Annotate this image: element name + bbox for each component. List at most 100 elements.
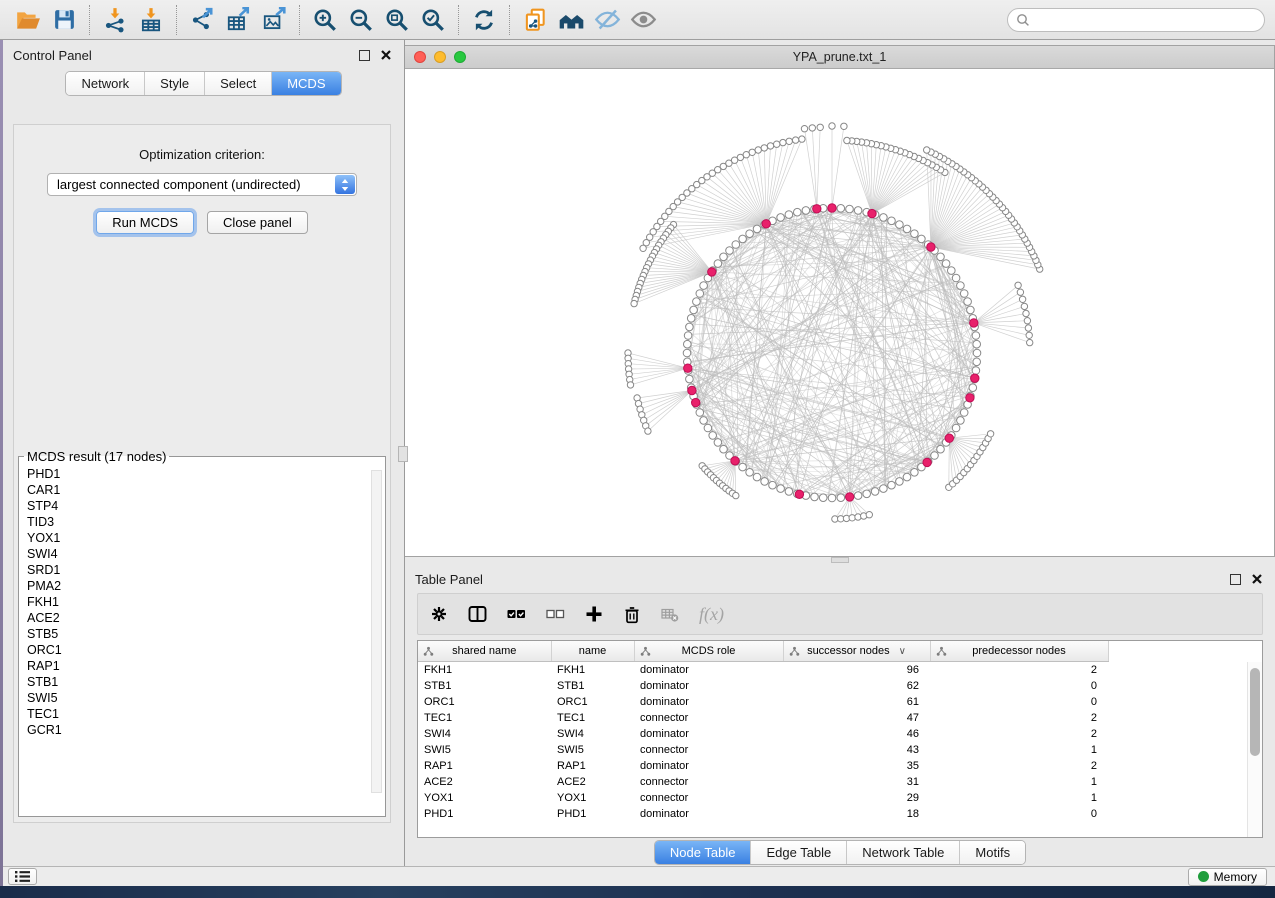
table-cell[interactable]: STB1 bbox=[418, 678, 551, 694]
tab-style[interactable]: Style bbox=[144, 72, 204, 95]
table-row[interactable]: ORC1ORC1dominator610 bbox=[418, 694, 1108, 710]
table-cell[interactable]: dominator bbox=[634, 758, 783, 774]
table-cell[interactable]: 35 bbox=[783, 758, 930, 774]
zoom-fit-button[interactable] bbox=[379, 3, 415, 37]
table-cell[interactable]: 2 bbox=[930, 726, 1108, 742]
table-row[interactable]: TEC1TEC1connector472 bbox=[418, 710, 1108, 726]
mcds-result-item[interactable]: STB1 bbox=[27, 674, 371, 690]
table-cell[interactable]: connector bbox=[634, 774, 783, 790]
mcds-result-item[interactable]: PMA2 bbox=[27, 578, 371, 594]
table-cell[interactable]: TEC1 bbox=[551, 710, 634, 726]
table-row[interactable]: PHD1PHD1dominator180 bbox=[418, 806, 1108, 822]
table-cell[interactable]: FKH1 bbox=[551, 662, 634, 679]
table-row[interactable]: YOX1YOX1connector291 bbox=[418, 790, 1108, 806]
create-column-button[interactable] bbox=[585, 605, 603, 623]
table-cell[interactable]: 61 bbox=[783, 694, 930, 710]
mcds-result-item[interactable]: PHD1 bbox=[27, 466, 371, 482]
table-row[interactable]: ACE2ACE2connector311 bbox=[418, 774, 1108, 790]
table-scrollbar-thumb[interactable] bbox=[1250, 668, 1260, 756]
close-panel-button[interactable] bbox=[378, 47, 394, 63]
mcds-result-item[interactable]: TID3 bbox=[27, 514, 371, 530]
table-cell[interactable]: YOX1 bbox=[551, 790, 634, 806]
search-input[interactable] bbox=[1035, 10, 1264, 30]
first-neighbors-button[interactable] bbox=[553, 3, 589, 37]
table-cell[interactable]: connector bbox=[634, 710, 783, 726]
table-cell[interactable]: 43 bbox=[783, 742, 930, 758]
mcds-result-item[interactable]: SWI5 bbox=[27, 690, 371, 706]
table-cell[interactable]: 96 bbox=[783, 662, 930, 679]
mcds-result-item[interactable]: RAP1 bbox=[27, 658, 371, 674]
table-cell[interactable]: ORC1 bbox=[551, 694, 634, 710]
sort-desc-icon[interactable]: ∨ bbox=[899, 646, 906, 657]
zoom-selected-button[interactable] bbox=[415, 3, 451, 37]
table-cell[interactable]: 1 bbox=[930, 790, 1108, 806]
node-table[interactable]: shared namenameMCDS rolesuccessor nodes∨… bbox=[418, 641, 1109, 822]
float-panel-button[interactable] bbox=[356, 47, 372, 63]
table-cell[interactable]: STB1 bbox=[551, 678, 634, 694]
deselect-all-rows-button[interactable] bbox=[546, 605, 565, 623]
result-list-scrollbar[interactable] bbox=[371, 470, 382, 793]
search-field[interactable] bbox=[1007, 8, 1265, 32]
import-network-button[interactable] bbox=[97, 3, 133, 37]
table-cell[interactable]: dominator bbox=[634, 662, 783, 679]
table-cell[interactable]: 2 bbox=[930, 710, 1108, 726]
table-cell[interactable]: dominator bbox=[634, 806, 783, 822]
table-cell[interactable]: 1 bbox=[930, 742, 1108, 758]
hide-selected-button[interactable] bbox=[589, 3, 625, 37]
close-mcds-panel-button[interactable]: Close panel bbox=[207, 211, 308, 234]
mcds-result-item[interactable]: SRD1 bbox=[27, 562, 371, 578]
network-window-titlebar[interactable]: YPA_prune.txt_1 bbox=[405, 46, 1274, 69]
table-cell[interactable]: 47 bbox=[783, 710, 930, 726]
table-cell[interactable]: SWI5 bbox=[551, 742, 634, 758]
table-cell[interactable]: TEC1 bbox=[418, 710, 551, 726]
save-session-button[interactable] bbox=[46, 3, 82, 37]
table-cell[interactable]: SWI4 bbox=[418, 726, 551, 742]
table-row[interactable]: STB1STB1dominator620 bbox=[418, 678, 1108, 694]
network-graph[interactable] bbox=[405, 69, 1271, 556]
table-cell[interactable]: 29 bbox=[783, 790, 930, 806]
select-all-rows-button[interactable] bbox=[507, 605, 526, 623]
tab-mcds[interactable]: MCDS bbox=[271, 72, 340, 95]
table-cell[interactable]: 2 bbox=[930, 758, 1108, 774]
table-cell[interactable]: 18 bbox=[783, 806, 930, 822]
delete-table-button[interactable] bbox=[661, 606, 679, 623]
table-cell[interactable]: SWI5 bbox=[418, 742, 551, 758]
table-cell[interactable]: ACE2 bbox=[418, 774, 551, 790]
table-cell[interactable]: dominator bbox=[634, 678, 783, 694]
table-cell[interactable]: SWI4 bbox=[551, 726, 634, 742]
tab-motifs[interactable]: Motifs bbox=[959, 841, 1025, 864]
export-table-button[interactable] bbox=[220, 3, 256, 37]
table-row[interactable]: SWI4SWI4dominator462 bbox=[418, 726, 1108, 742]
mcds-result-item[interactable]: GCR1 bbox=[27, 722, 371, 738]
tab-network-table[interactable]: Network Table bbox=[846, 841, 959, 864]
show-columns-button[interactable] bbox=[468, 605, 487, 623]
vertical-splitter-handle[interactable] bbox=[398, 446, 408, 462]
table-cell[interactable]: dominator bbox=[634, 726, 783, 742]
table-cell[interactable]: connector bbox=[634, 790, 783, 806]
criterion-dropdown[interactable]: largest connected component (undirected) bbox=[47, 173, 357, 196]
table-cell[interactable]: 46 bbox=[783, 726, 930, 742]
function-builder-button[interactable]: f(x) bbox=[699, 604, 724, 625]
table-row[interactable]: SWI5SWI5connector431 bbox=[418, 742, 1108, 758]
open-session-button[interactable] bbox=[10, 3, 46, 37]
tab-network[interactable]: Network bbox=[66, 72, 144, 95]
show-panels-button[interactable] bbox=[8, 868, 37, 885]
table-settings-button[interactable] bbox=[430, 605, 448, 623]
refresh-view-button[interactable] bbox=[466, 3, 502, 37]
tab-node-table[interactable]: Node Table bbox=[655, 841, 751, 864]
table-row[interactable]: FKH1FKH1dominator962 bbox=[418, 662, 1108, 679]
table-cell[interactable]: YOX1 bbox=[418, 790, 551, 806]
memory-button[interactable]: Memory bbox=[1188, 868, 1267, 886]
table-cell[interactable]: PHD1 bbox=[551, 806, 634, 822]
table-row[interactable]: RAP1RAP1dominator352 bbox=[418, 758, 1108, 774]
network-canvas[interactable] bbox=[405, 69, 1274, 556]
zoom-out-button[interactable] bbox=[343, 3, 379, 37]
table-cell[interactable]: RAP1 bbox=[418, 758, 551, 774]
horizontal-splitter-handle[interactable] bbox=[831, 557, 849, 563]
table-cell[interactable]: 62 bbox=[783, 678, 930, 694]
mcds-result-item[interactable]: FKH1 bbox=[27, 594, 371, 610]
mcds-result-item[interactable]: STB5 bbox=[27, 626, 371, 642]
mcds-result-list[interactable]: PHD1CAR1STP4TID3YOX1SWI4SRD1PMA2FKH1ACE2… bbox=[27, 466, 371, 796]
mcds-result-item[interactable]: ORC1 bbox=[27, 642, 371, 658]
zoom-in-button[interactable] bbox=[307, 3, 343, 37]
